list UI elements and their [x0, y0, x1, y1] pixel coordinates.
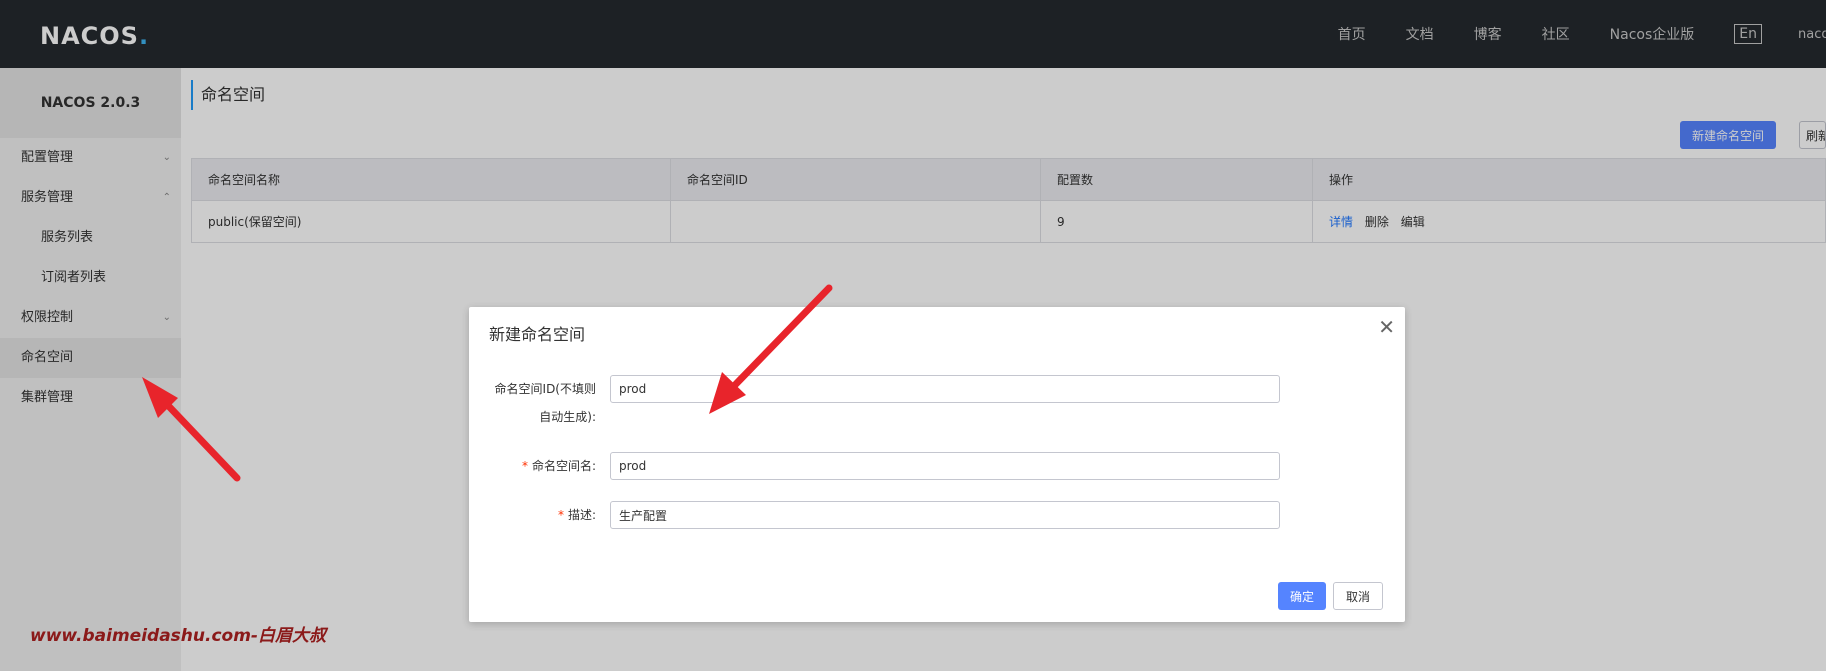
namespace-id-input[interactable] — [610, 375, 1280, 403]
watermark: www.baimeidashu.com-白眉大叔 — [30, 626, 326, 646]
namespace-id-label-line1: 命名空间ID(不填则 — [494, 382, 596, 396]
required-mark: * — [521, 459, 528, 473]
new-namespace-dialog: 新建命名空间 ✕ 命名空间ID(不填则 自动生成): *命名空间名: *描述: … — [469, 307, 1405, 622]
namespace-name-label: * 命名空间名: — [476, 452, 596, 480]
dialog-title: 新建命名空间 — [489, 325, 586, 344]
close-icon[interactable]: ✕ — [1378, 315, 1395, 339]
required-mark: * — [557, 508, 564, 522]
confirm-button[interactable]: 确定 — [1278, 582, 1327, 610]
description-label-text: 描述: — [567, 508, 596, 522]
description-label: * 描述: — [476, 501, 596, 529]
description-input[interactable] — [610, 501, 1280, 529]
namespace-name-label-text: 命名空间名: — [531, 459, 596, 473]
namespace-id-label-line2: 自动生成): — [539, 410, 596, 424]
cancel-button[interactable]: 取消 — [1333, 582, 1384, 610]
namespace-id-label: 命名空间ID(不填则 自动生成): — [476, 375, 596, 431]
namespace-name-input[interactable] — [610, 452, 1280, 480]
